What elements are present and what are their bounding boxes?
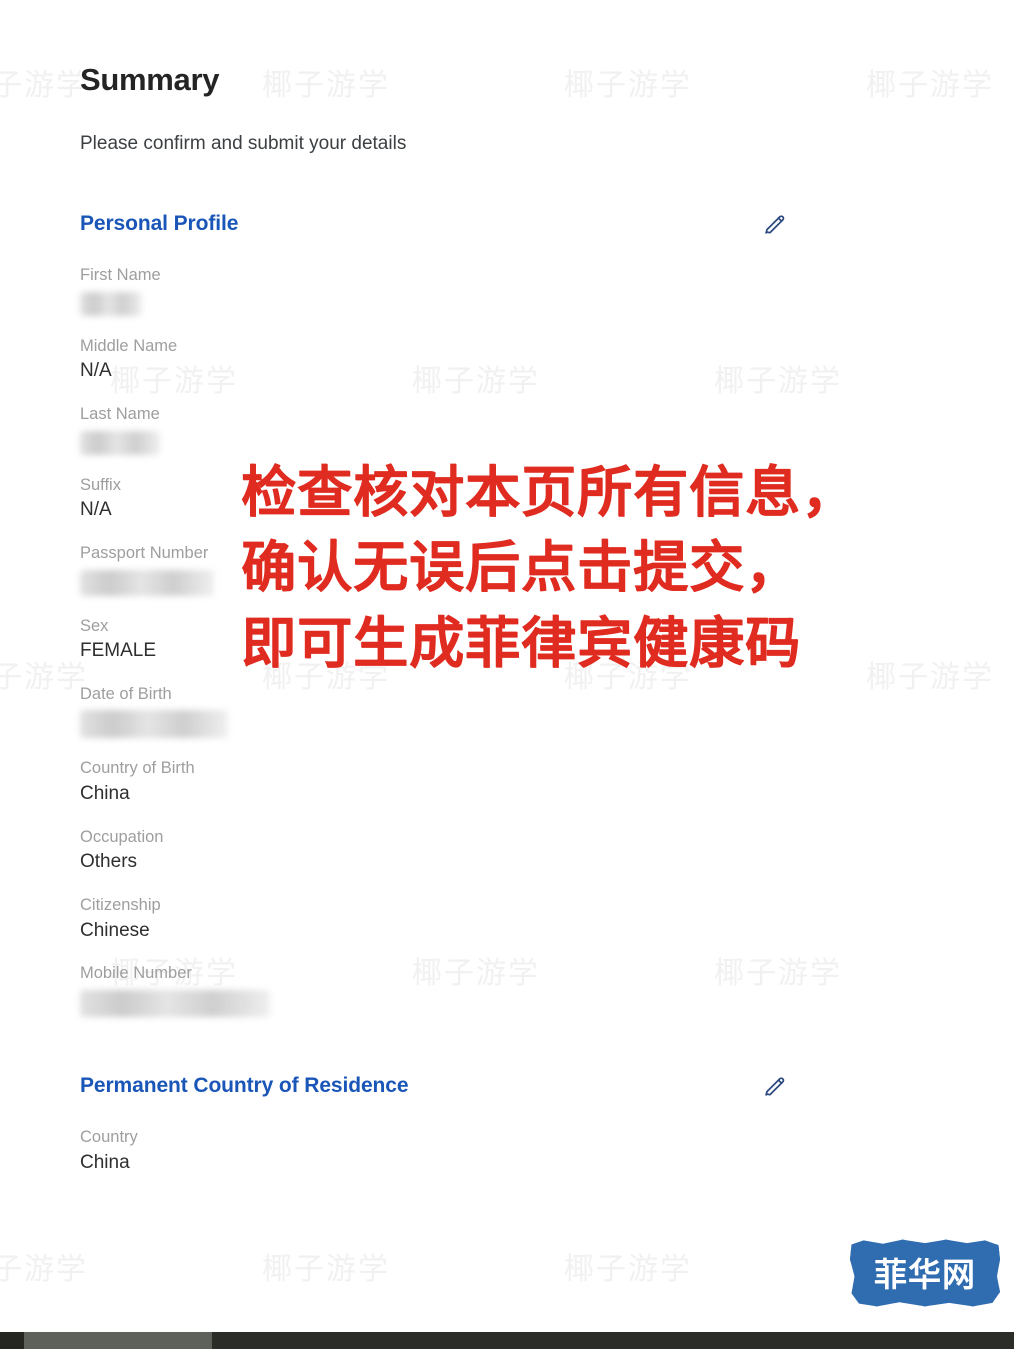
field-label: Date of Birth xyxy=(80,684,172,703)
annotation-overlay: 检查核对本页所有信息， 确认无误后点击提交， 即可生成菲律宾健康码 xyxy=(241,455,857,681)
pencil-icon[interactable] xyxy=(758,207,792,241)
watermark-text: 椰子游学 xyxy=(0,1252,88,1287)
section-header-permanent-country-of-residence: Permanent Country of Residence xyxy=(80,1069,792,1103)
redacted-value xyxy=(80,569,214,596)
page-subtitle: Please confirm and submit your details xyxy=(80,133,407,154)
annotation-line: 即可生成菲律宾健康码 xyxy=(241,610,802,675)
field-value: China xyxy=(80,1151,130,1173)
field-row: Middle Name N/A xyxy=(80,336,1014,384)
field-row: Country China xyxy=(80,1127,1014,1175)
bottom-bar-segment-left xyxy=(0,1332,24,1349)
brand-badge-text: 菲华网 xyxy=(874,1255,976,1294)
field-label: Citizenship xyxy=(80,896,161,915)
field-row: Mobile Number xyxy=(80,963,1014,1017)
field-label: Middle Name xyxy=(80,336,178,355)
field-row: Citizenship Chinese xyxy=(80,895,1014,943)
redacted-value xyxy=(80,430,160,455)
redacted-value xyxy=(80,291,142,316)
field-value: N/A xyxy=(80,360,112,382)
annotation-line: 确认无误后点击提交， xyxy=(241,535,802,600)
watermark-text: 椰子游学 xyxy=(262,1252,390,1287)
field-row: First Name xyxy=(80,265,1014,316)
field-value: Chinese xyxy=(80,919,150,941)
field-label: Country of Birth xyxy=(80,759,195,778)
field-row: Occupation Others xyxy=(80,827,1014,875)
field-row: Last Name xyxy=(80,404,1014,455)
bottom-bar-segment-highlight[interactable] xyxy=(24,1332,212,1349)
page-title: Summary xyxy=(80,62,220,97)
field-row: Date of Birth xyxy=(80,684,1014,739)
field-label: Country xyxy=(80,1128,138,1146)
section-header-personal-profile: Personal Profile xyxy=(80,207,792,241)
annotation-line: 检查核对本页所有信息， xyxy=(241,460,858,524)
field-label: Mobile Number xyxy=(80,964,192,983)
field-value: Others xyxy=(80,851,138,873)
bottom-bar-segment-rest xyxy=(212,1332,1014,1349)
redacted-value xyxy=(80,710,228,739)
summary-page: 椰子游学椰子游学椰子游学椰子游学椰子游学椰子游学椰子游学椰子游学椰子游学椰子游学… xyxy=(0,0,1014,1349)
field-value: China xyxy=(80,783,130,805)
section-title-personal-profile: Personal Profile xyxy=(80,212,239,235)
section-permanent-country-of-residence: Permanent Country of Residence Country Chi… xyxy=(80,1069,1014,1175)
redacted-value xyxy=(80,990,270,1017)
pencil-icon[interactable] xyxy=(758,1069,792,1103)
watermark-text: 椰子游学 xyxy=(564,1252,692,1287)
sections-container: Personal Profile First Name Middle Name N/A… xyxy=(80,207,1014,1175)
fields-permanent-country-of-residence: Country China xyxy=(80,1127,1014,1175)
field-label: First Name xyxy=(80,266,161,284)
field-label: Occupation xyxy=(80,827,164,846)
brand-badge: 菲华网 xyxy=(850,1239,1000,1307)
bottom-system-bar xyxy=(0,1332,1014,1349)
field-label: Last Name xyxy=(80,404,160,423)
field-row: Country of Birth China xyxy=(80,758,1014,806)
section-title-permanent-country-of-residence: Permanent Country of Residence xyxy=(80,1074,409,1097)
